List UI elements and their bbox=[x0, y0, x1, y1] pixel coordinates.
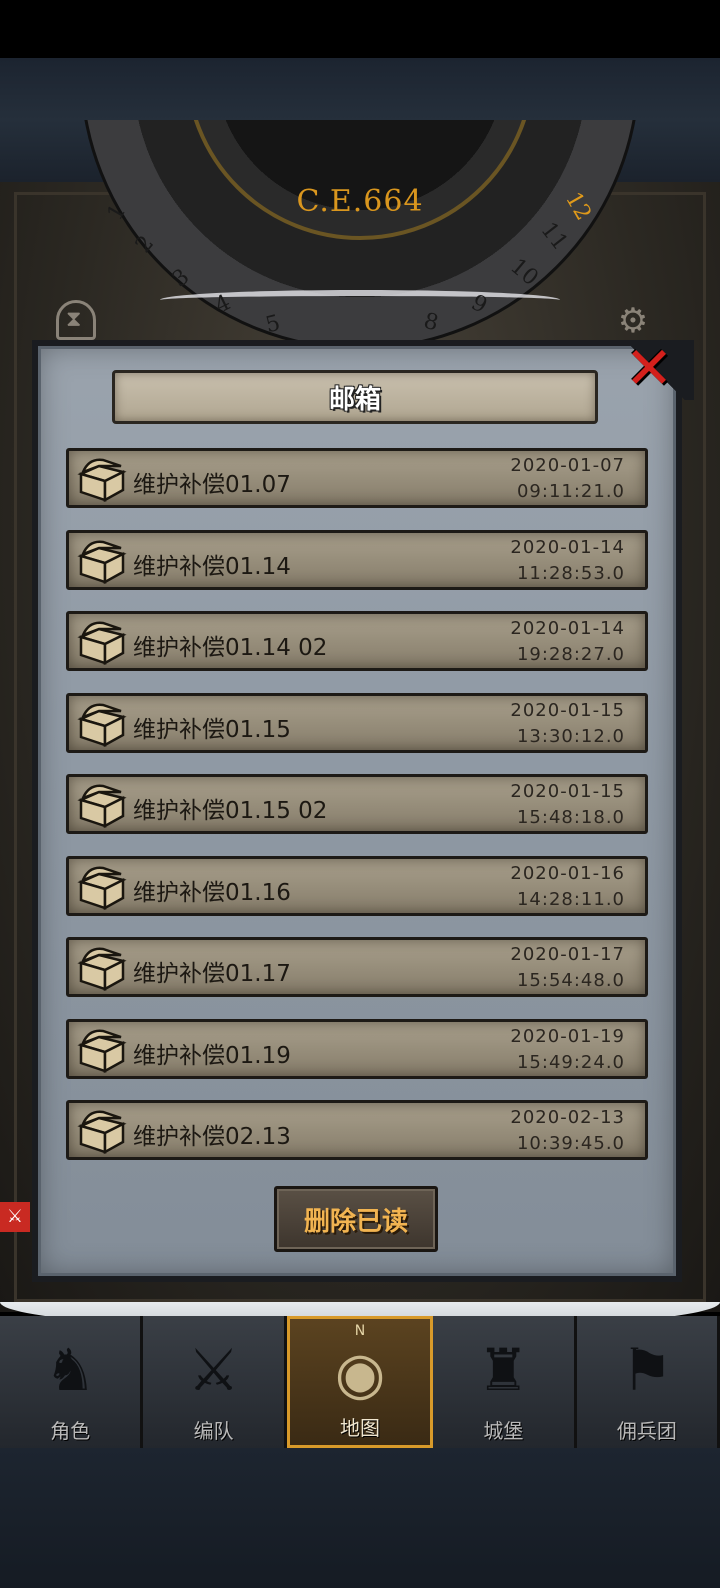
treasure-chest-icon bbox=[77, 1029, 127, 1073]
treasure-chest-icon bbox=[77, 866, 127, 910]
mail-item[interactable]: 维护补偿01.17 2020-01-17 15:54:48.0 bbox=[66, 937, 648, 997]
mail-title: 维护补偿01.14 02 bbox=[133, 635, 328, 661]
close-icon[interactable]: ✕ bbox=[622, 339, 676, 397]
compass-map-icon: ◉ bbox=[334, 1339, 386, 1407]
tab-character[interactable]: ♞ 角色 bbox=[0, 1316, 144, 1448]
mail-date: 2020-01-19 bbox=[510, 1025, 625, 1047]
tab-label: 地图 bbox=[340, 1416, 381, 1440]
mail-title: 维护补偿01.07 bbox=[133, 472, 291, 498]
mail-time: 15:54:48.0 bbox=[516, 970, 625, 991]
mail-item[interactable]: 维护补偿01.07 2020-01-07 09:11:21.0 bbox=[66, 448, 648, 508]
delete-read-button[interactable]: 删除已读 bbox=[274, 1186, 438, 1252]
mailbox-title: 邮箱 bbox=[328, 384, 381, 415]
crossed-swords-icon[interactable]: ⚔ bbox=[0, 1202, 30, 1232]
mail-item[interactable]: 维护补偿01.15 02 2020-01-15 15:48:18.0 bbox=[66, 774, 648, 834]
hourglass-icon[interactable] bbox=[56, 300, 96, 340]
calendar-year: C.E.664 bbox=[296, 184, 424, 219]
delete-read-label: 删除已读 bbox=[303, 1206, 408, 1237]
knight-icon: ♞ bbox=[44, 1336, 97, 1404]
mercenary-icon: ⚑ bbox=[620, 1336, 673, 1404]
mail-list: 维护补偿01.07 2020-01-07 09:11:21.0 维护补偿01.1… bbox=[66, 448, 648, 1182]
mail-date: 2020-01-14 bbox=[510, 536, 625, 558]
mail-date: 2020-01-14 bbox=[510, 618, 625, 639]
calendar-dial: C.E.664 1 2 3 4 5 8 9 10 11 12 bbox=[80, 120, 640, 350]
mail-title: 维护补偿01.15 02 bbox=[133, 798, 328, 824]
compass-north-label: N bbox=[354, 1323, 366, 1339]
treasure-chest-icon bbox=[77, 1110, 127, 1155]
mail-title: 维护补偿01.19 bbox=[133, 1042, 291, 1069]
castle-icon: ♜ bbox=[477, 1336, 530, 1404]
mail-date: 2020-01-07 bbox=[510, 455, 625, 476]
bottom-banner bbox=[0, 1448, 720, 1588]
treasure-chest-icon bbox=[77, 947, 127, 992]
mail-time: 19:28:27.0 bbox=[516, 644, 625, 665]
tab-formation[interactable]: ⚔ 编队 bbox=[143, 1316, 287, 1448]
status-bar-area bbox=[0, 0, 720, 58]
mail-title: 维护补偿01.15 bbox=[133, 716, 291, 743]
mail-date: 2020-02-13 bbox=[510, 1107, 625, 1128]
treasure-chest-icon bbox=[77, 540, 127, 584]
bottom-nav: ♞ 角色 ⚔ 编队 N ◉ 地图 ♜ 城堡 ⚑ 佣兵团 bbox=[0, 1316, 720, 1448]
tab-label: 佣兵团 bbox=[616, 1419, 677, 1443]
mail-title: 维护补偿01.14 bbox=[133, 553, 291, 580]
mail-time: 11:28:53.0 bbox=[516, 562, 625, 584]
mail-date: 2020-01-17 bbox=[510, 944, 625, 965]
treasure-chest-icon bbox=[77, 458, 127, 503]
mail-time: 15:48:18.0 bbox=[516, 807, 625, 828]
mail-title: 维护补偿01.16 bbox=[133, 879, 291, 906]
mail-date: 2020-01-16 bbox=[510, 862, 625, 884]
tab-label: 编队 bbox=[193, 1419, 234, 1443]
mail-time: 13:30:12.0 bbox=[516, 725, 625, 747]
mail-time: 15:49:24.0 bbox=[516, 1051, 625, 1073]
mailbox-title-plate: 邮箱 bbox=[112, 370, 598, 424]
treasure-chest-icon bbox=[77, 703, 127, 747]
mail-item[interactable]: 维护补偿01.15 2020-01-15 13:30:12.0 bbox=[66, 692, 648, 753]
treasure-chest-icon bbox=[77, 621, 127, 666]
mail-title: 维护补偿01.17 bbox=[133, 961, 291, 987]
mail-time: 14:28:11.0 bbox=[516, 888, 625, 910]
mail-time: 10:39:45.0 bbox=[516, 1133, 625, 1154]
mail-item[interactable]: 维护补偿02.13 2020-02-13 10:39:45.0 bbox=[66, 1100, 648, 1160]
mail-time: 09:11:21.0 bbox=[516, 481, 625, 502]
formation-icon: ⚔ bbox=[187, 1336, 240, 1404]
mail-title: 维护补偿02.13 bbox=[133, 1124, 291, 1150]
tab-mercenary[interactable]: ⚑ 佣兵团 bbox=[576, 1316, 720, 1448]
mail-date: 2020-01-15 bbox=[510, 781, 625, 802]
tab-castle[interactable]: ♜ 城堡 bbox=[433, 1316, 577, 1448]
tab-label: 角色 bbox=[50, 1419, 91, 1443]
mail-item[interactable]: 维护补偿01.14 2020-01-14 11:28:53.0 bbox=[66, 529, 648, 590]
mail-item[interactable]: 维护补偿01.16 2020-01-16 14:28:11.0 bbox=[66, 855, 648, 916]
mail-item[interactable]: 维护补偿01.19 2020-01-19 15:49:24.0 bbox=[66, 1018, 648, 1079]
mail-item[interactable]: 维护补偿01.14 02 2020-01-14 19:28:27.0 bbox=[66, 611, 648, 671]
tab-map[interactable]: N ◉ 地图 bbox=[286, 1316, 434, 1448]
tab-label: 城堡 bbox=[483, 1419, 524, 1443]
mail-date: 2020-01-15 bbox=[510, 699, 625, 721]
treasure-chest-icon bbox=[77, 784, 127, 829]
